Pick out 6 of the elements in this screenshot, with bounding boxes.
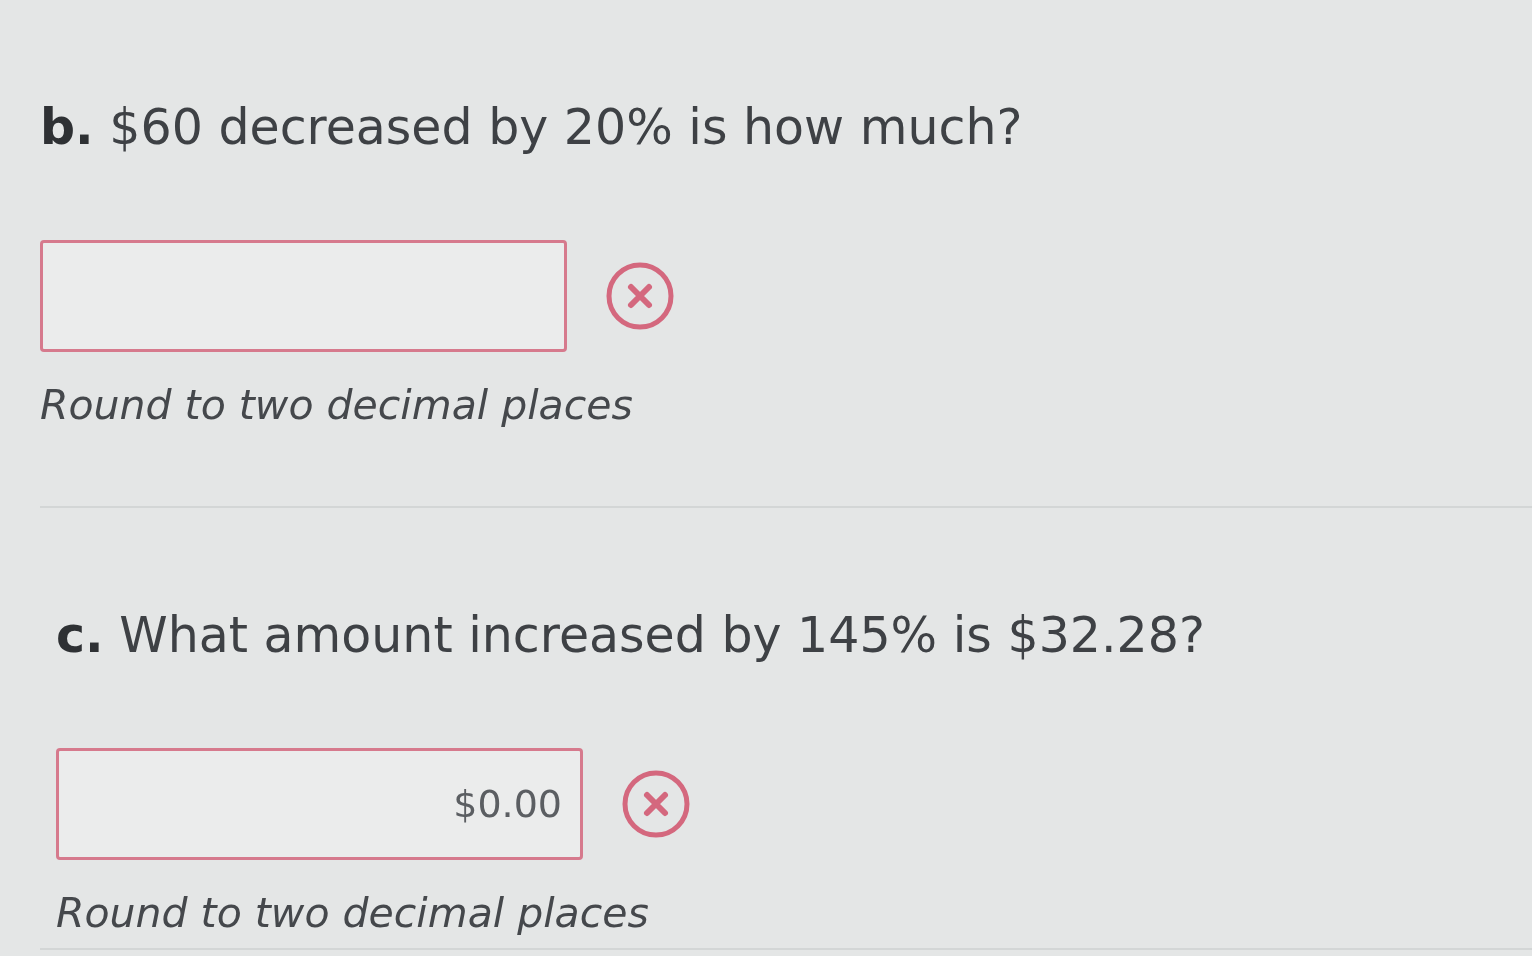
hint-text: Round to two decimal places — [56, 890, 650, 936]
answer-field[interactable]: $0.00 — [56, 748, 583, 860]
answer-field[interactable] — [40, 240, 567, 352]
question-text: c. What amount increased by 145% is $32.28? — [56, 608, 1206, 664]
question-text: b. $60 decreased by 20% is how much? — [40, 100, 1024, 156]
hint-text: Round to two decimal places — [40, 382, 634, 428]
